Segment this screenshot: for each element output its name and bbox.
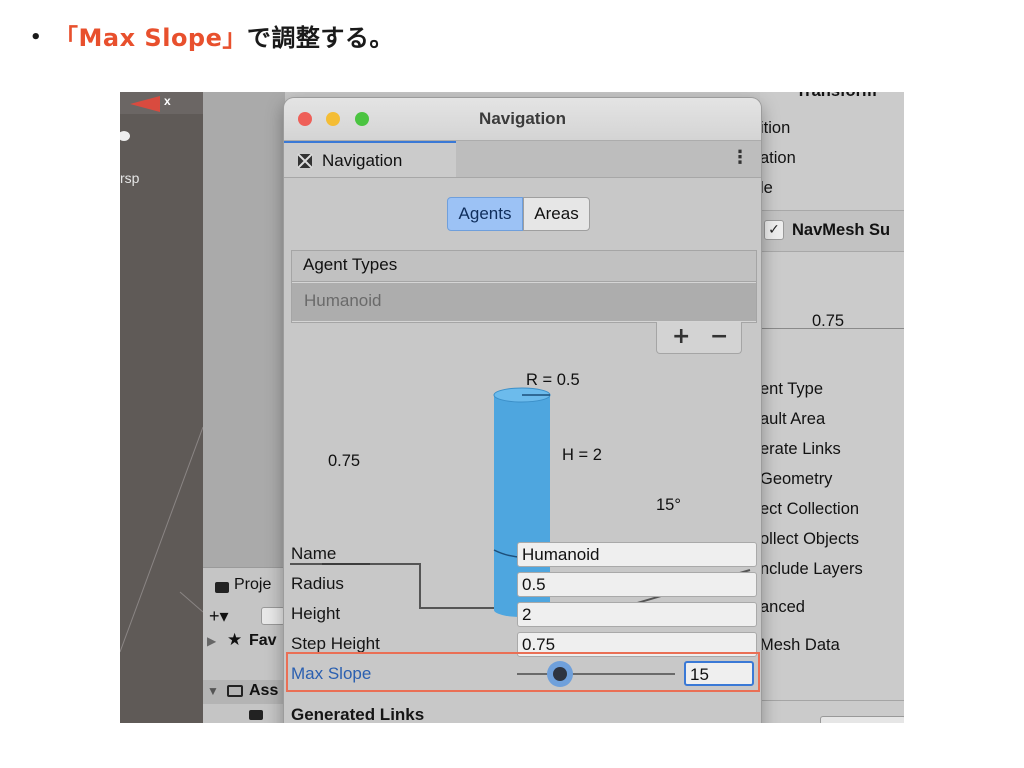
inspector-row: erate Links [760,440,841,458]
inspector-row: ition [760,119,791,137]
diagram-slope-label: 15° [656,496,681,514]
height-label: Height [291,604,341,623]
agent-types-list: Agent Types Humanoid [291,250,757,323]
project-panel: Proje +▾ ▶ ★ Fav ▼ Ass [203,567,285,723]
inspector-row: Geometry [760,470,833,488]
list-add-remove-controls: + − [656,322,742,354]
more-options-icon[interactable]: ⋮ [731,147,749,168]
navigation-icon [297,153,313,169]
add-agent-button[interactable]: + [672,324,690,349]
project-tab-label[interactable]: Proje [234,576,271,594]
favorites-label[interactable]: Fav [249,632,277,650]
diagram-height-label: H = 2 [562,446,602,464]
search-icon[interactable] [261,607,285,625]
inspector-row: nclude Layers [760,560,863,578]
inspector-row: ect Collection [760,500,860,518]
tab-label: Navigation [322,151,403,170]
heading-accent: 「Max Slope」 [54,24,247,52]
divider [760,700,904,701]
component-title: NavMesh Su [792,221,891,239]
tab-agents[interactable]: Agents [447,197,523,231]
assets-label[interactable]: Ass [249,682,278,700]
open-folder-icon [227,685,243,697]
radius-field[interactable]: 0.5 [517,572,757,597]
inspector-value: 0.75 [812,312,845,330]
checkbox-checked[interactable]: ✓ [764,220,784,240]
remove-agent-button[interactable]: − [710,324,728,349]
inspector-row: le [760,179,773,197]
expand-arrow-icon[interactable]: ▶ [207,634,216,648]
window-title: Navigation [479,109,566,128]
project-add-button[interactable]: +▾ [209,606,229,627]
tab-bar: Navigation ⋮ [284,141,761,178]
scene-gutter [203,92,285,567]
slide-heading: • 「Max Slope」で調整する。 [30,18,394,53]
agent-name: Humanoid [304,291,382,310]
radius-label: Radius [291,574,344,593]
scene-view[interactable]: x rsp [120,92,203,723]
name-field[interactable]: Humanoid [517,542,757,567]
list-item[interactable]: Humanoid [292,283,756,321]
inspector-row: ollect Objects [760,530,860,548]
title-bar[interactable]: Navigation [284,98,761,141]
inspector-row: ent Type [760,380,823,398]
unity-screenshot: x rsp Proje +▾ ▶ ★ Fav ▼ Ass Transform i… [120,92,904,723]
inspector-row: ault Area [760,410,826,428]
collapse-arrow-icon[interactable]: ▼ [207,684,219,698]
star-icon: ★ [227,630,243,649]
diagram-step-label: 0.75 [328,452,361,470]
agent-types-title: Agent Types [303,255,398,274]
tab-areas[interactable]: Areas [523,197,590,231]
perspective-label[interactable]: rsp [120,170,139,186]
navmesh-surface-header[interactable]: ✓ NavMesh Su [760,210,904,252]
bullet: • [30,27,43,48]
inspector-row-navmesh-data: Mesh Data [760,636,840,654]
subfolder-icon [249,710,263,720]
inspector-row: ation [760,149,796,167]
axis-x-label: x [164,94,171,108]
heading-rest: で調整する。 [246,24,394,52]
diagram-radius-label: R = 0.5 [526,371,580,389]
transform-header[interactable]: Transform [796,92,877,101]
step-height-label: Step Height [291,634,380,653]
navigation-window: Navigation Navigation ⋮ Agents Areas Age… [284,98,761,723]
scene-gizmo-graphics [120,96,203,653]
agent-types-header: Agent Types [292,251,756,282]
name-label: Name [291,544,337,563]
assets-row[interactable]: ▼ Ass [203,680,285,704]
inspector-button[interactable] [820,716,904,723]
inspector-panel: Transform ition ation le ✓ NavMesh Su 0.… [760,92,904,723]
inspector-row-advanced[interactable]: anced [760,598,805,617]
max-slope-highlight [286,652,760,692]
tab-navigation[interactable]: Navigation [284,141,456,177]
folder-icon [215,582,229,593]
height-field[interactable]: 2 [517,602,757,627]
generated-links-header[interactable]: Generated Links [291,705,424,723]
